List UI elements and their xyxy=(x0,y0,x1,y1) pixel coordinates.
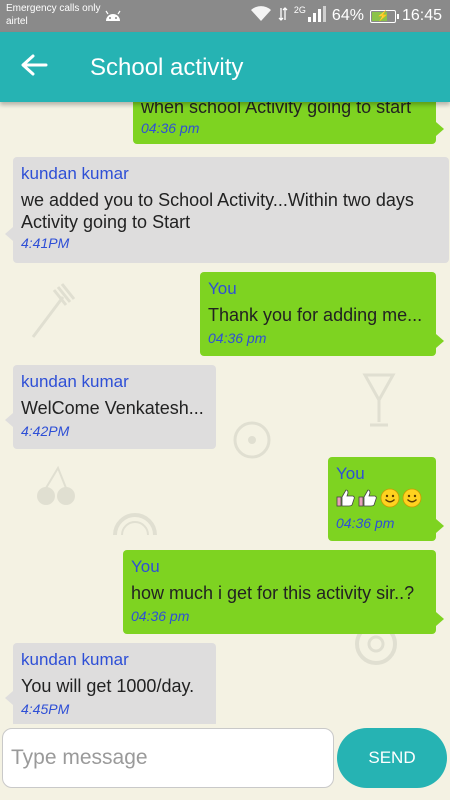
send-button[interactable]: SEND xyxy=(337,728,447,788)
app-toolbar: School activity xyxy=(0,32,450,102)
message-time: 04:36 pm xyxy=(131,608,190,624)
smiley-icon xyxy=(402,488,422,513)
message-bubble-outgoing[interactable]: You how much i get for this activity sir… xyxy=(123,550,444,634)
sender-name: You xyxy=(208,279,237,298)
message-time: 04:36 pm xyxy=(336,515,395,531)
message-bubble-incoming[interactable]: kundan kumar WelCome Venkatesh... 4:42PM xyxy=(5,365,216,449)
message-time: 4:41PM xyxy=(21,235,70,251)
smiley-icon xyxy=(380,488,400,513)
thumbs-up-icon xyxy=(336,488,356,513)
battery-icon: ⚡ xyxy=(369,9,399,23)
carrier-info: Emergency calls only airtel xyxy=(6,2,100,28)
message-text: WelCome Venkatesh... xyxy=(21,398,204,418)
sender-name: kundan kumar xyxy=(21,650,129,669)
emoji-row xyxy=(336,488,428,513)
sender-name: kundan kumar xyxy=(21,372,129,391)
message-bubble-incoming[interactable]: kundan kumar we added you to School Acti… xyxy=(5,157,449,263)
message-time: 4:42PM xyxy=(21,423,70,439)
carrier-emergency-text: Emergency calls only xyxy=(6,3,101,14)
sender-name: kundan kumar xyxy=(21,164,129,183)
arrow-left-icon xyxy=(20,53,48,82)
message-bubble-incoming[interactable]: kundan kumar You will get 1000/day. 4:45… xyxy=(5,643,216,724)
wifi-icon xyxy=(250,5,272,27)
message-text: how much i get for this activity sir..? xyxy=(131,583,415,603)
status-bar: Emergency calls only airtel 2G 64% ⚡ 16:… xyxy=(0,0,450,32)
cherry-doodle-icon xyxy=(37,465,75,505)
carrier-name: airtel xyxy=(6,16,28,27)
page-title: School activity xyxy=(90,54,244,81)
message-bubble-outgoing[interactable]: You 04:36 pm xyxy=(328,457,444,541)
signal-icon xyxy=(307,5,326,27)
message-bubble-outgoing[interactable]: when school Activity going to start 04:3… xyxy=(133,102,444,144)
battery-percent: 64% xyxy=(331,7,364,24)
fork-doodle-icon xyxy=(31,283,76,338)
message-text-line: Activity going to Start xyxy=(21,212,191,232)
message-composer: SEND xyxy=(0,724,450,800)
message-text: Thank you for adding me... xyxy=(208,305,423,325)
clock: 16:45 xyxy=(401,7,442,24)
message-input[interactable] xyxy=(2,728,334,788)
message-time: 04:36 pm xyxy=(208,330,267,346)
message-time: 04:36 pm xyxy=(141,120,200,136)
data-transfer-icon xyxy=(278,6,288,27)
chat-message-list[interactable]: when school Activity going to start 04:3… xyxy=(0,102,450,724)
network-type: 2G xyxy=(293,5,306,15)
message-text: when school Activity going to start xyxy=(141,102,412,117)
thumbs-up-icon xyxy=(358,488,378,513)
orange-doodle-icon xyxy=(233,421,271,459)
message-text-line: we added you to School Activity...Within… xyxy=(21,190,414,210)
message-text: You will get 1000/day. xyxy=(21,676,195,696)
back-button[interactable] xyxy=(14,47,54,87)
sender-name: You xyxy=(336,464,365,483)
message-bubble-outgoing[interactable]: You Thank you for adding me... 04:36 pm xyxy=(200,272,444,356)
sender-name: You xyxy=(131,557,160,576)
android-notification-icon xyxy=(104,9,122,27)
cocktail-doodle-icon xyxy=(362,373,396,427)
message-time: 4:45PM xyxy=(21,701,70,717)
